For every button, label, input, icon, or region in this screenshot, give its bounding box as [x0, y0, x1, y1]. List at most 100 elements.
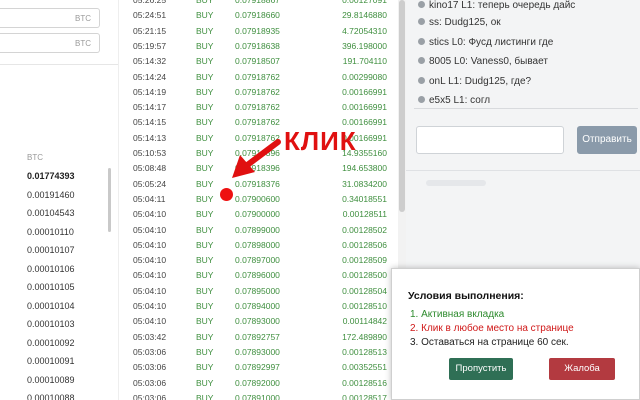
send-button[interactable]: Отправить	[577, 126, 637, 154]
list-item: 0.01774393	[27, 171, 75, 181]
trade-price: 0.07900000	[235, 209, 280, 220]
trade-time: 05:04:10	[133, 285, 167, 296]
trade-row: 05:04:10 BUY 0.07897000 0.00128509	[119, 253, 391, 268]
chat-message: stics L0: Фусд листинги где	[418, 37, 553, 55]
trade-amount: 194.653800	[342, 163, 387, 174]
trade-side: BUY	[196, 56, 214, 67]
trade-amount: 0.00166991	[342, 102, 387, 113]
trade-price: 0.07918762	[235, 132, 280, 143]
trade-price: 0.07918762	[235, 86, 280, 97]
trade-side: BUY	[196, 239, 214, 250]
trade-side: BUY	[196, 10, 214, 21]
list-item: 0.00010105	[27, 282, 75, 292]
trade-price: 0.07899000	[235, 224, 280, 235]
trade-side: BUY	[196, 178, 214, 189]
trade-amount: 0.00128504	[342, 285, 387, 296]
amount-input-1[interactable]: BTC	[0, 8, 100, 28]
list-item: 0.00010088	[27, 393, 75, 400]
list-item: 0.00191460	[27, 189, 75, 200]
condition-2: 2. Клик в любое место на странице	[410, 323, 574, 334]
user-status-icon	[418, 96, 425, 103]
condition-1: 1. Активная вкладка	[410, 309, 505, 320]
chat-message: kino17 L1: теперь очередь дайс	[418, 0, 575, 18]
trade-time: 05:21:15	[133, 25, 167, 36]
trade-price: 0.07898000	[235, 239, 280, 250]
trade-price: 0.07897000	[235, 255, 280, 266]
trade-row: 05:04:10 BUY 0.07899000 0.00128502	[119, 223, 391, 238]
trade-price: 0.07892997	[235, 362, 280, 373]
trade-row: 05:04:10 BUY 0.07895000 0.00128504	[119, 284, 391, 299]
scrollbar-thumb[interactable]	[399, 0, 405, 212]
trade-side: BUY	[196, 285, 214, 296]
trade-row: 05:14:24 BUY 0.07918762 0.00299080	[119, 70, 391, 85]
trade-side: BUY	[196, 148, 214, 158]
trade-row: 05:03:06 BUY 0.07891000 0.00128517	[119, 391, 391, 400]
trade-amount: 31.0834200	[342, 178, 387, 189]
trade-row: 05:14:32 BUY 0.07918507 191.704110	[119, 54, 391, 69]
trade-row: 05:03:42 BUY 0.07892757 172.489890	[119, 330, 391, 345]
trade-side: BUY	[196, 377, 214, 388]
chat-message-text: kino17 L1: теперь очередь дайс	[429, 0, 576, 11]
chat-message-input[interactable]	[416, 126, 564, 154]
user-status-icon	[418, 1, 425, 8]
trade-time: 05:14:17	[133, 102, 167, 113]
trade-price: 0.07918762	[235, 102, 280, 113]
trade-price: 0.07918396	[235, 163, 280, 174]
amount-input-2[interactable]: BTC	[0, 33, 100, 53]
trade-side: BUY	[196, 86, 214, 97]
trade-time: 05:14:32	[133, 56, 167, 67]
trade-history: 05:26:25 BUY 0.07918867 0.00127091 05:24:51 B…	[118, 0, 400, 400]
trade-time: 05:26:25	[133, 0, 167, 5]
list-item: 0.00010091	[27, 356, 75, 366]
balance-panel: BTC BTC BTC 0.01774393 0.00191460 0.0010…	[0, 0, 118, 400]
trade-price: 0.07918507	[235, 56, 280, 67]
trade-row: 05:26:25 BUY 0.07918867 0.00127091	[119, 0, 391, 8]
trade-amount: 0.00114842	[342, 316, 387, 327]
chat-message-text: e5x5 L1: согл	[429, 95, 491, 106]
trade-row: 05:03:06 BUY 0.07892997 0.00352551	[119, 360, 391, 375]
trade-row: 05:04:11 BUY 0.07900600 0.34018551	[119, 192, 391, 207]
trade-amount: 4.72054310	[342, 25, 387, 36]
trade-side: BUY	[196, 331, 214, 342]
trade-side: BUY	[196, 224, 214, 235]
blurred-text	[426, 180, 486, 186]
chat-message: 8005 L0: Vaness0, бывает	[418, 56, 548, 74]
trade-price: 0.07918935	[235, 25, 280, 36]
trade-row: 05:03:06 BUY 0.07893000 0.00128513	[119, 345, 391, 360]
scrollbar[interactable]	[108, 168, 111, 232]
trade-price: 0.07893000	[235, 346, 280, 357]
chat-message-text: 8005 L0: Vaness0, бывает	[429, 56, 548, 67]
chat-message: e5x5 L1: согл	[418, 95, 490, 113]
trade-time: 05:14:13	[133, 132, 167, 143]
trade-amount: 0.00128511	[342, 209, 387, 220]
trade-price: 0.07918762	[235, 117, 280, 128]
trade-time: 05:03:06	[133, 392, 167, 400]
trade-amount: 172.489890	[342, 331, 387, 342]
click-annotation-label: КЛИК	[284, 126, 357, 156]
trade-side: BUY	[196, 132, 214, 143]
skip-button[interactable]: Пропустить	[449, 358, 513, 380]
trade-side: BUY	[196, 255, 214, 266]
user-status-icon	[418, 18, 425, 25]
trade-time: 05:04:10	[133, 270, 167, 281]
trade-amount: 0.00128500	[342, 270, 387, 281]
trade-price: 0.07900600	[235, 193, 280, 204]
trade-time: 05:04:10	[133, 224, 167, 235]
trade-side: BUY	[196, 392, 214, 400]
trade-amount: 29.8146880	[342, 10, 387, 21]
trade-side: BUY	[196, 25, 214, 36]
trade-row: 05:04:10 BUY 0.07894000 0.00128510	[119, 299, 391, 314]
divider	[406, 170, 640, 171]
trade-amount: 0.00128502	[342, 224, 387, 235]
currency-label: BTC	[75, 14, 91, 23]
trade-side: BUY	[196, 163, 214, 174]
trade-time: 05:04:11	[133, 193, 166, 204]
trade-price: 0.07894000	[235, 301, 280, 311]
report-button[interactable]: Жалоба	[549, 358, 615, 380]
popup-title: Условия выполнения:	[408, 290, 524, 302]
list-item: 0.00010089	[27, 374, 75, 385]
trade-price: 0.07891000	[235, 392, 280, 400]
trade-amount: 0.34018551	[342, 193, 387, 204]
trade-time: 05:24:51	[133, 10, 167, 21]
trade-row: 05:08:48 BUY 0.07918396 194.653800	[119, 161, 391, 176]
